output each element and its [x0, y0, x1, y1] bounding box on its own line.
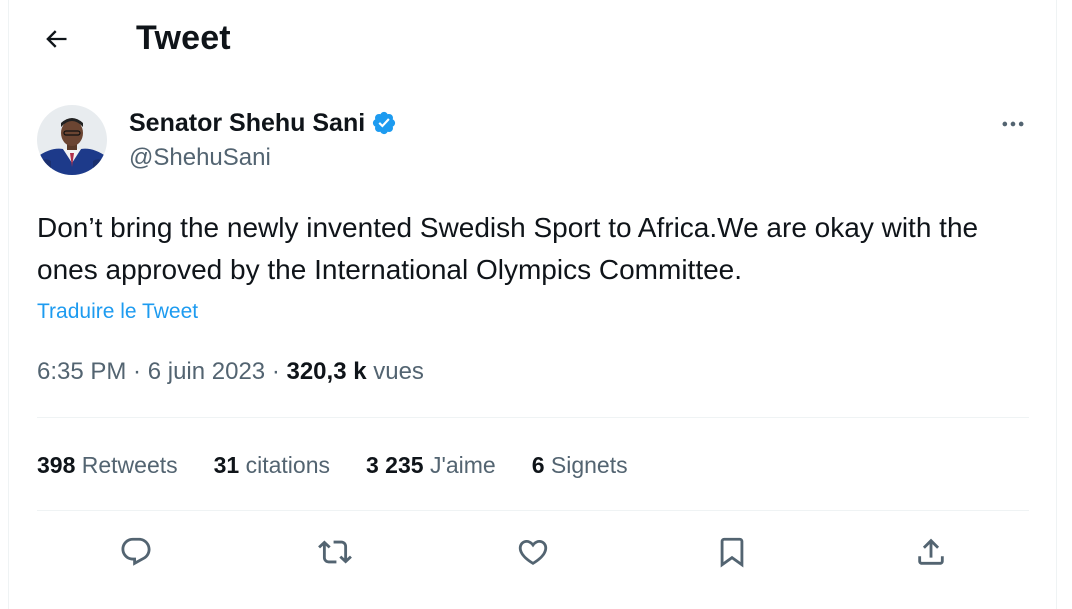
- stat-likes[interactable]: 3 235 J'aime: [366, 449, 496, 481]
- stat-retweets[interactable]: 398 Retweets: [37, 449, 178, 481]
- stat-count: 31: [213, 452, 240, 478]
- tweet-time[interactable]: 6:35 PM: [37, 358, 126, 385]
- tweet-page: Tweet Senator Shehu Sani @ShehuSani Don’…: [8, 0, 1057, 609]
- stat-label: J'aime: [429, 452, 496, 478]
- stat-count: 398: [37, 452, 76, 478]
- action-bar: [9, 528, 1056, 576]
- stat-quotes[interactable]: 31 citations: [214, 449, 330, 481]
- engagement-stats: 398 Retweets 31 citations 3 235 J'aime 6…: [37, 449, 628, 481]
- author-name[interactable]: Senator Shehu Sani: [129, 108, 397, 138]
- retweet-icon: [318, 540, 352, 564]
- retweet-button[interactable]: [311, 528, 359, 576]
- views-label: vues: [373, 358, 424, 385]
- arrow-left-icon: [46, 30, 67, 48]
- more-options-button[interactable]: [991, 106, 1035, 142]
- stat-label: Retweets: [81, 452, 178, 478]
- stat-bookmarks[interactable]: 6 Signets: [532, 449, 628, 481]
- back-button[interactable]: [39, 22, 73, 56]
- stat-count: 3 235: [366, 452, 424, 478]
- reply-icon: [121, 537, 151, 566]
- avatar[interactable]: [37, 105, 107, 175]
- divider: [37, 417, 1029, 418]
- tweet-date[interactable]: 6 juin 2023: [148, 358, 265, 385]
- author-name-text: Senator Shehu Sani: [129, 109, 366, 137]
- like-button[interactable]: [509, 528, 557, 576]
- share-icon: [918, 538, 944, 565]
- divider: [37, 510, 1029, 511]
- page-header: Tweet: [9, 0, 1056, 78]
- tweet-meta: 6:35 PM · 6 juin 2023 · 320,3 k vues: [37, 356, 424, 388]
- stat-label: citations: [245, 452, 330, 478]
- tweet-text: Don’t bring the newly invented Swedish S…: [37, 212, 979, 285]
- like-icon: [518, 539, 548, 565]
- views-count: 320,3 k: [286, 358, 367, 385]
- stat-count: 6: [531, 452, 545, 478]
- translate-tweet-link[interactable]: Traduire le Tweet: [37, 298, 198, 326]
- bookmark-button[interactable]: [708, 528, 756, 576]
- stat-label: Signets: [550, 452, 628, 478]
- profile-photo: [37, 105, 107, 175]
- page-title: Tweet: [136, 19, 231, 57]
- meta-separator: ·: [265, 358, 287, 385]
- share-button[interactable]: [907, 528, 955, 576]
- verified-badge-icon: [373, 111, 396, 135]
- author-handle[interactable]: @ShehuSani: [129, 143, 271, 173]
- meta-separator: ·: [126, 358, 148, 385]
- bookmark-icon: [720, 537, 744, 568]
- more-icon: [1002, 121, 1024, 127]
- reply-button[interactable]: [112, 528, 160, 576]
